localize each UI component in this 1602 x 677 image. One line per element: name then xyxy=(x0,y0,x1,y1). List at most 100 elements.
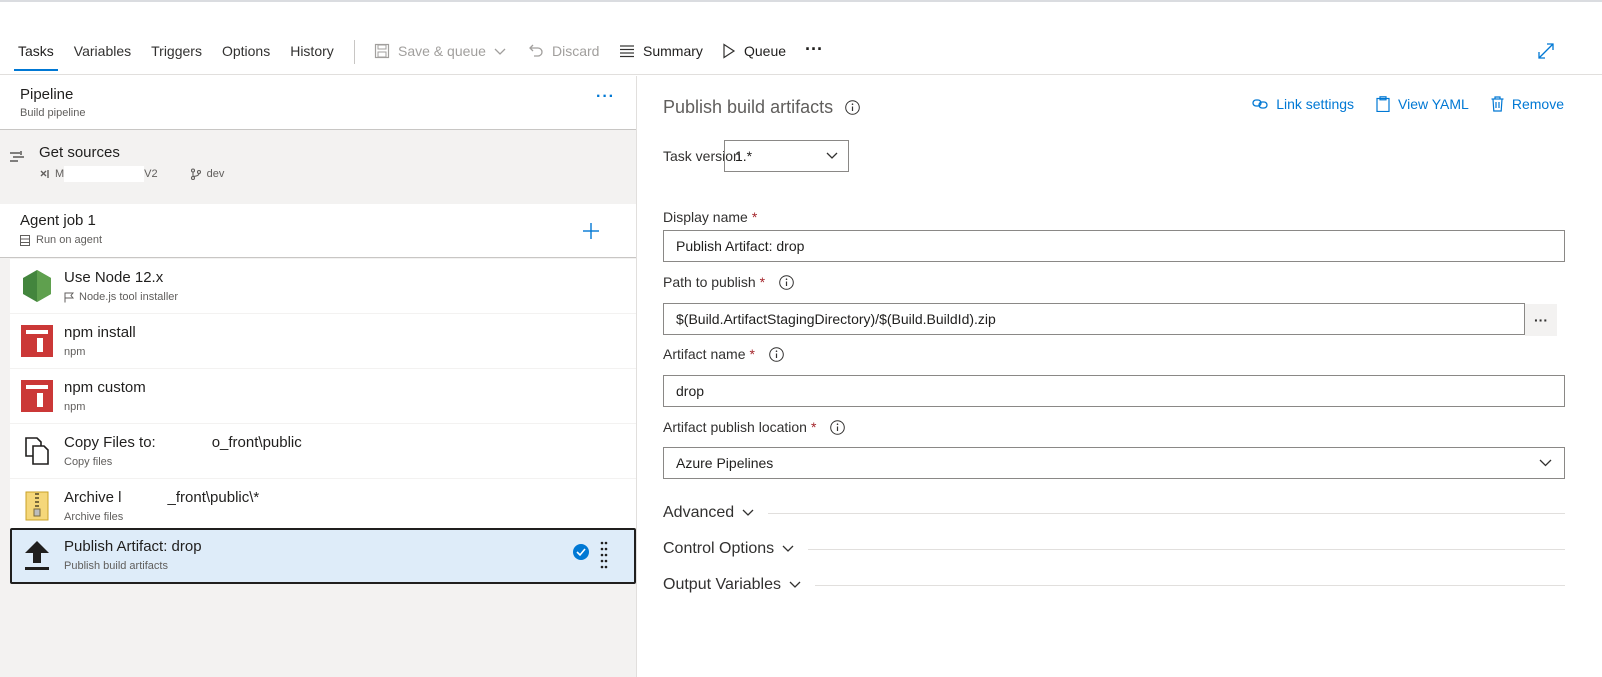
agent-job-subtitle: Run on agent xyxy=(36,234,103,246)
tab-history[interactable]: History xyxy=(290,43,334,71)
task-copy-files[interactable]: Copy Files to: o_front\public Copy files xyxy=(10,424,636,478)
browse-button[interactable]: ··· xyxy=(1525,304,1557,336)
window-top-border xyxy=(0,0,1602,2)
chevron-down-icon xyxy=(782,545,794,552)
tab-tasks[interactable]: Tasks xyxy=(14,43,58,71)
chevron-down-icon xyxy=(1539,459,1552,467)
task-npm-install[interactable]: npm install npm xyxy=(10,314,636,368)
flag-icon xyxy=(64,292,74,302)
tab-options[interactable]: Options xyxy=(222,43,270,71)
get-sources-item[interactable]: Get sources M V2 dev xyxy=(0,131,636,197)
tab-triggers[interactable]: Triggers xyxy=(151,43,202,71)
task-desc: Copy files xyxy=(64,456,113,468)
info-icon[interactable] xyxy=(769,346,784,362)
section-advanced[interactable]: Advanced xyxy=(663,504,1565,522)
undo-icon xyxy=(529,44,543,57)
publish-location-value: Azure Pipelines xyxy=(676,455,774,471)
queue-button[interactable]: Queue xyxy=(722,43,786,59)
pipeline-header[interactable]: Pipeline Build pipeline ··· xyxy=(0,76,636,130)
task-publish-artifact[interactable]: Publish Artifact: drop Publish build art… xyxy=(10,528,636,584)
details-actions: Link settings View YAML Remove xyxy=(1230,96,1564,112)
details-title: Publish build artifacts xyxy=(663,97,834,117)
drag-handle-icon[interactable] xyxy=(600,541,608,569)
task-details-panel: Publish build artifacts Link settings Vi… xyxy=(638,76,1602,677)
more-actions-button[interactable]: ··· xyxy=(805,39,823,60)
tab-variables[interactable]: Variables xyxy=(74,43,131,71)
details-title-row: Publish build artifacts xyxy=(663,97,860,118)
repo-name-start: M xyxy=(55,168,65,180)
task-name: Archive l _front\public\* xyxy=(64,489,260,507)
expand-icon[interactable] xyxy=(1538,43,1554,62)
branch-name: dev xyxy=(206,168,225,180)
task-use-node[interactable]: Use Node 12.x Node.js tool installer xyxy=(10,259,636,313)
add-task-icon[interactable] xyxy=(582,222,600,240)
agent-job-header[interactable]: Agent job 1 Run on agent xyxy=(0,204,636,258)
link-settings-button[interactable]: Link settings xyxy=(1252,96,1354,112)
get-sources-title: Get sources xyxy=(39,144,120,161)
task-name: Use Node 12.x xyxy=(64,269,164,286)
sources-icon xyxy=(10,151,24,162)
task-npm-custom[interactable]: npm custom npm xyxy=(10,369,636,423)
nodejs-icon xyxy=(20,269,54,303)
copy-files-icon xyxy=(20,434,54,468)
repo-icon xyxy=(40,170,49,178)
agent-job-title: Agent job 1 xyxy=(20,212,96,229)
list-icon xyxy=(620,45,634,58)
task-name: npm install xyxy=(64,324,136,341)
npm-icon xyxy=(20,324,54,358)
task-desc: Publish build artifacts xyxy=(64,560,168,572)
chevron-down-icon xyxy=(789,581,801,588)
display-name-label-row: Display name * xyxy=(663,209,758,225)
path-to-publish-input[interactable] xyxy=(663,303,1525,335)
archive-icon xyxy=(20,489,54,523)
task-name: npm custom xyxy=(64,379,146,396)
chevron-down-icon xyxy=(494,48,506,55)
summary-button[interactable]: Summary xyxy=(619,43,703,59)
publish-location-select[interactable]: Azure Pipelines xyxy=(663,447,1565,479)
path-label-row: Path to publish * xyxy=(663,274,794,290)
toolbar: Tasks Variables Triggers Options History… xyxy=(0,3,1602,75)
repo-name-end: V2 xyxy=(144,168,158,180)
agent-job-subtitle-row: Run on agent xyxy=(20,234,102,246)
task-archive-files[interactable]: Archive l _front\public\* Archive files xyxy=(10,479,636,533)
toolbar-divider xyxy=(354,40,355,64)
task-desc: npm xyxy=(64,346,86,358)
upload-icon xyxy=(20,538,54,572)
info-icon[interactable] xyxy=(845,100,860,115)
artifact-name-input[interactable] xyxy=(663,375,1565,407)
link-settings-label: Link settings xyxy=(1276,96,1355,112)
branch-icon xyxy=(190,168,201,180)
save-icon xyxy=(374,43,390,59)
task-desc: Archive files xyxy=(64,511,124,523)
discard-button[interactable]: Discard xyxy=(528,43,599,59)
pipeline-title: Pipeline xyxy=(20,86,74,103)
view-yaml-button[interactable]: View YAML xyxy=(1376,96,1469,112)
chevron-down-icon xyxy=(742,509,754,516)
clipboard-icon xyxy=(1376,96,1390,112)
display-name-input[interactable] xyxy=(663,230,1565,262)
section-control-options[interactable]: Control Options xyxy=(663,540,1565,558)
info-icon[interactable] xyxy=(830,419,846,435)
chevron-down-icon xyxy=(826,152,838,159)
link-icon xyxy=(1252,99,1268,109)
task-desc: Node.js tool installer xyxy=(79,291,179,303)
info-icon[interactable] xyxy=(779,274,794,290)
trash-icon xyxy=(1491,96,1504,112)
publish-location-label-row: Artifact publish location * xyxy=(663,419,846,435)
editor-tabs: Tasks Variables Triggers Options History xyxy=(14,43,354,71)
summary-label: Summary xyxy=(643,43,703,59)
task-name: Copy Files to: o_front\public xyxy=(64,434,302,452)
view-yaml-label: View YAML xyxy=(1398,96,1469,112)
section-output-variables[interactable]: Output Variables xyxy=(663,576,1565,594)
remove-button[interactable]: Remove xyxy=(1491,96,1564,112)
task-version-select[interactable]: 1.* xyxy=(724,140,849,172)
remove-label: Remove xyxy=(1511,96,1564,112)
queue-label: Queue xyxy=(744,43,787,59)
play-icon xyxy=(723,43,736,59)
check-circle-icon xyxy=(573,544,589,560)
pipeline-subtitle: Build pipeline xyxy=(20,107,86,119)
discard-label: Discard xyxy=(552,43,600,59)
task-desc: npm xyxy=(64,401,86,413)
save-queue-button[interactable]: Save & queue xyxy=(374,43,506,59)
pipeline-more-button[interactable]: ··· xyxy=(596,88,615,106)
